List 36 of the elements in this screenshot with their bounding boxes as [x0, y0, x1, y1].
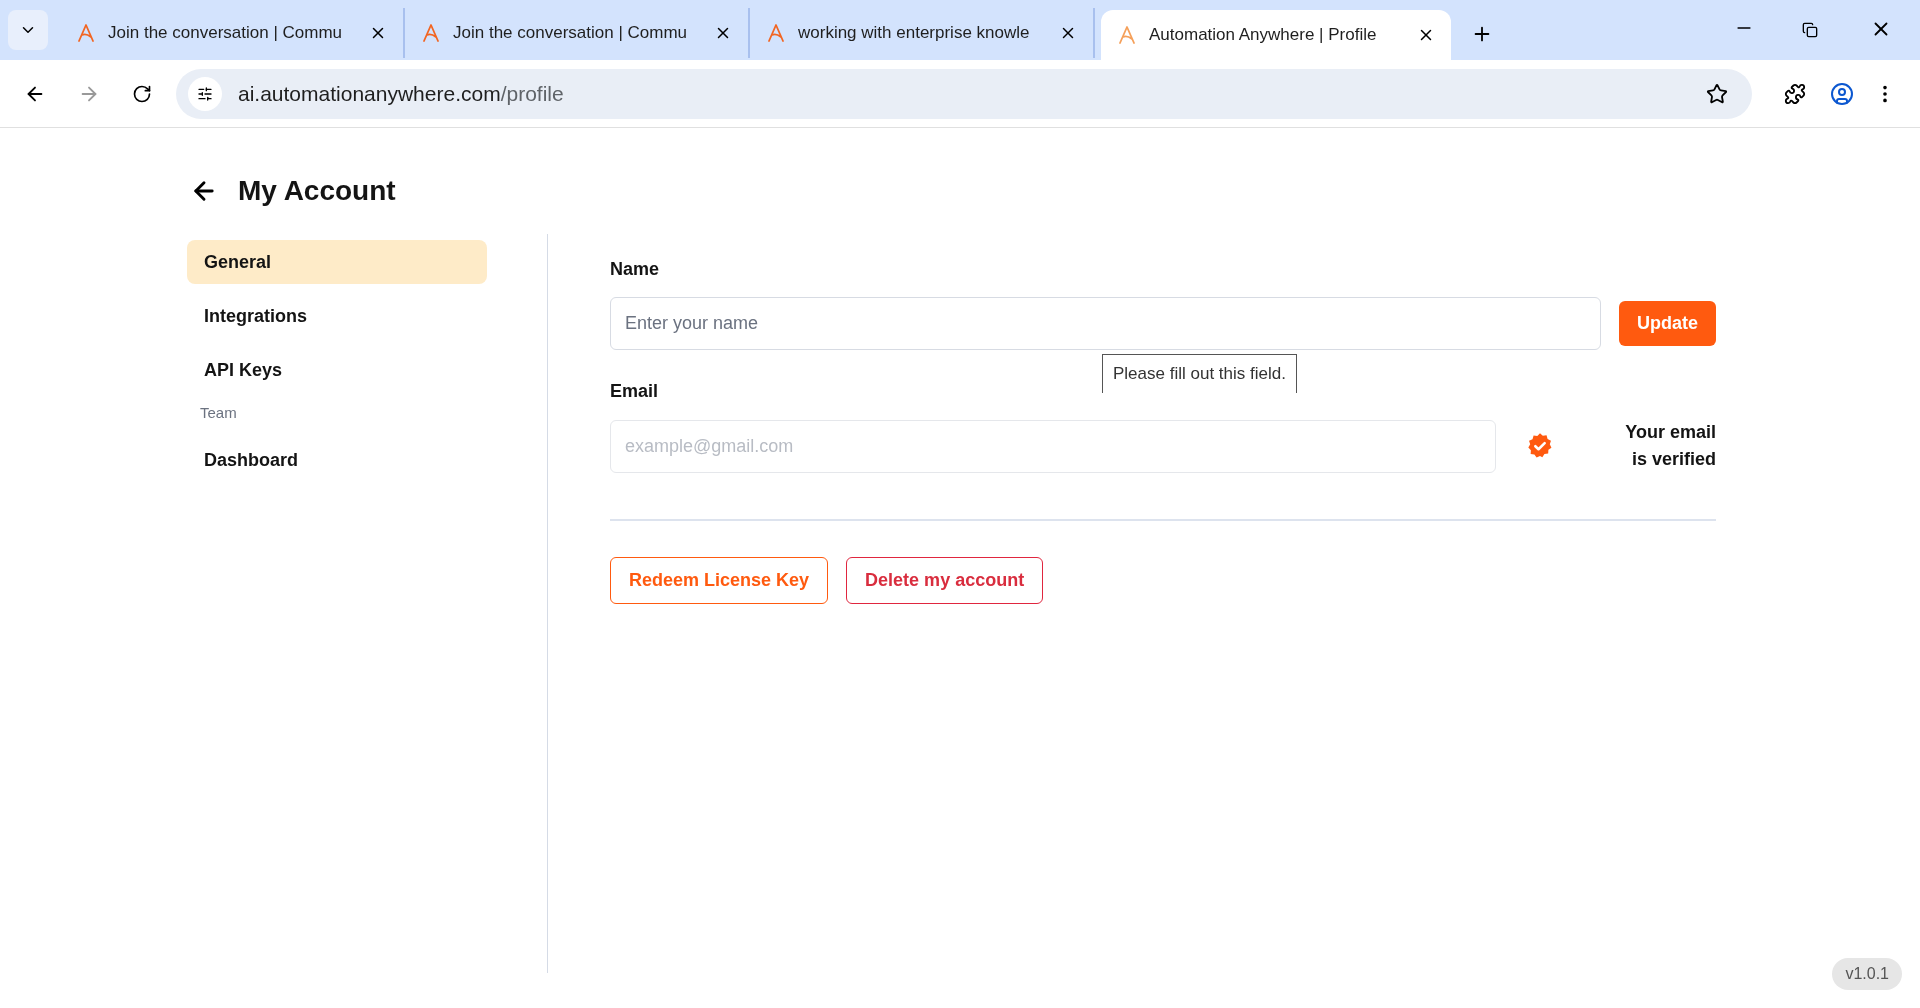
tab-title: working with enterprise knowle	[798, 22, 1031, 45]
site-settings-icon	[197, 85, 213, 102]
browser-tab[interactable]: working with enterprise knowle	[750, 8, 1095, 58]
browser-tab[interactable]: Join the conversation | Commu	[405, 8, 750, 58]
address-bar[interactable]: ai.automationanywhere.com/profile	[176, 68, 1752, 119]
browser-tab[interactable]: Automation Anywhere | Profile	[1101, 10, 1451, 60]
reload-icon[interactable]	[132, 83, 152, 104]
page-title: My Account	[238, 174, 396, 208]
logo-icon	[421, 23, 441, 43]
delete-account-button[interactable]: Delete my account	[846, 557, 1044, 604]
site-info-button[interactable]	[188, 76, 222, 111]
name-field[interactable]: Enter your name	[610, 297, 1601, 350]
version-badge: v1.0.1	[1832, 958, 1902, 990]
email-label: Email	[610, 380, 660, 403]
tab-title: Join the conversation | Commu	[108, 22, 344, 45]
extensions-icon[interactable]	[1784, 82, 1806, 105]
sidebar-heading: Team	[199, 403, 238, 423]
validation-tooltip: Please fill out this field.	[1102, 354, 1297, 393]
url-text: ai.automationanywhere.com/profile	[238, 80, 565, 107]
logo-icon	[76, 23, 96, 43]
profile-icon[interactable]	[1830, 81, 1854, 106]
sidebar-item[interactable]: Dashboard	[187, 438, 487, 483]
verified-text: Your email is verified	[1624, 421, 1716, 471]
sidebar-item[interactable]: General	[187, 240, 487, 284]
logo-icon	[766, 23, 786, 43]
browser-tab[interactable]: Join the conversation | Commu	[60, 8, 405, 58]
restore-icon[interactable]	[1802, 22, 1818, 38]
tab-title: Automation Anywhere | Profile	[1149, 24, 1378, 47]
verified-badge-icon	[1526, 432, 1554, 460]
email-field[interactable]: example@gmail.com	[610, 419, 1496, 473]
bookmark-star-icon[interactable]	[1706, 82, 1728, 105]
logo-icon	[1117, 25, 1137, 45]
sidebar-item[interactable]: API Keys	[187, 348, 487, 392]
tab-title: Join the conversation | Commu	[453, 22, 689, 45]
sidebar-item[interactable]: Integrations	[187, 294, 487, 338]
name-label: Name	[610, 258, 661, 281]
